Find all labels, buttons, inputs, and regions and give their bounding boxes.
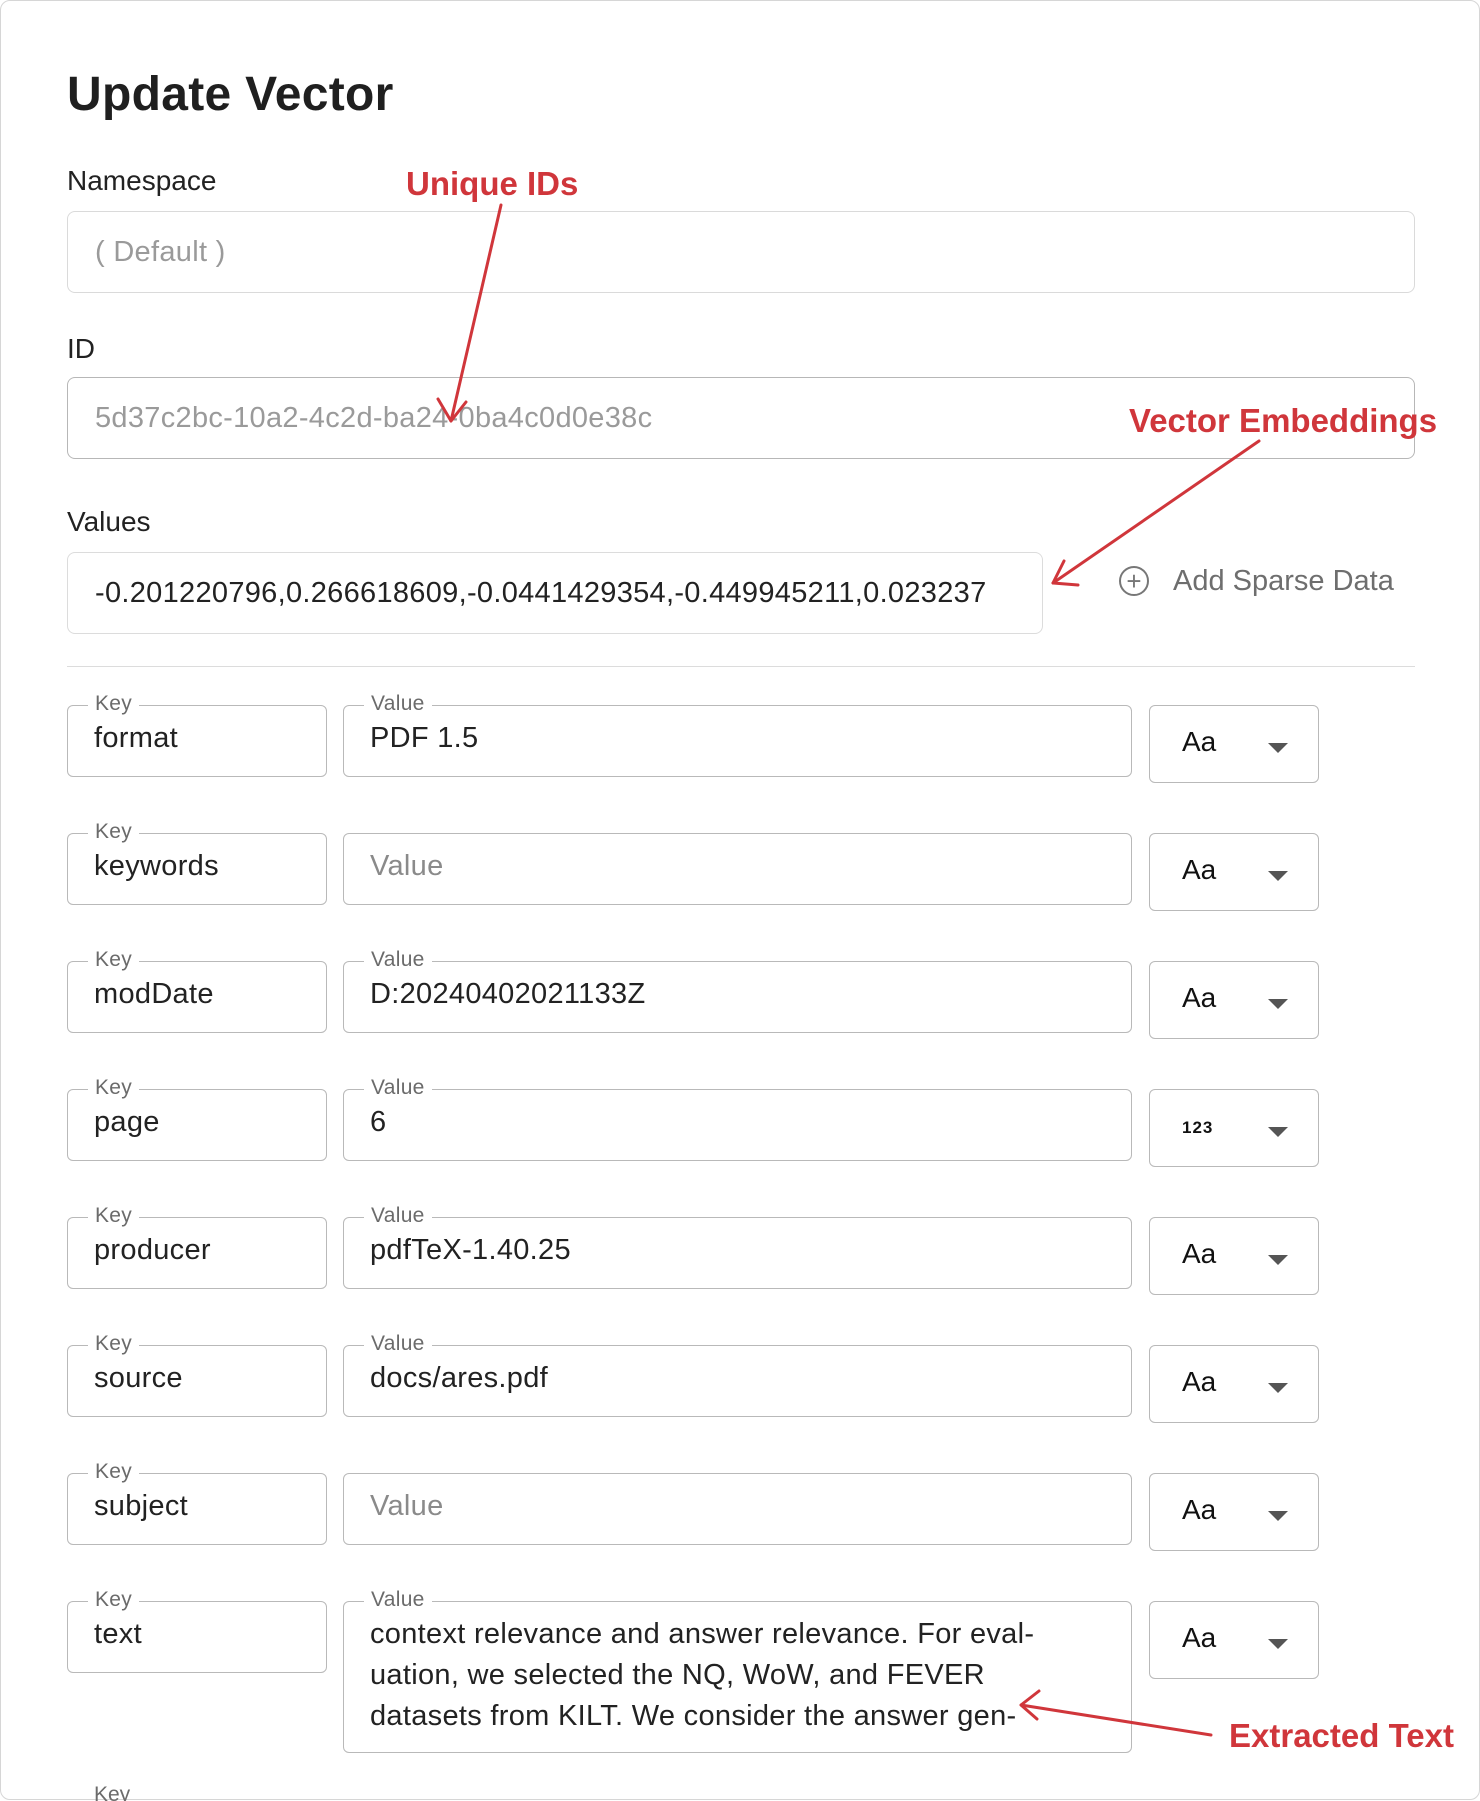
metadata-value-field[interactable]: Value pdfTeX-1.40.25 [343,1204,1132,1289]
metadata-key-field[interactable]: Key page [67,1076,327,1161]
metadata-value-field[interactable]: Value D:20240402021133Z [343,948,1132,1033]
metadata-key: source [94,1362,183,1394]
value-legend: Value [364,692,432,716]
key-legend: Key [88,948,140,972]
add-sparse-data-label: Add Sparse Data [1173,564,1394,597]
metadata-key: subject [94,1490,188,1522]
metadata-type-select[interactable]: Aa [1149,1217,1319,1295]
next-key-legend-container: Key [87,1783,147,1801]
metadata-key-field[interactable]: Key source [67,1332,327,1417]
caret-down-icon [1268,999,1288,1009]
key-legend: Key [88,692,140,716]
values-label: Values [67,506,151,537]
metadata-type-select[interactable]: Aa [1149,1601,1319,1679]
metadata-type-value: Aa [1182,1366,1217,1397]
metadata-key-field[interactable]: Key text [67,1588,327,1673]
metadata-type-value: Aa [1182,1238,1217,1269]
caret-down-icon [1268,743,1288,753]
metadata-value-field[interactable]: Value docs/ares.pdf [343,1332,1132,1417]
metadata-type-select[interactable]: Aa [1149,1345,1319,1423]
metadata-key-field[interactable]: Key keywords [67,820,327,905]
caret-down-icon [1268,1255,1288,1265]
id-value: 5d37c2bc-10a2-4c2d-ba24-0ba4c0d0e38c [95,401,653,434]
metadata-value-field[interactable]: Value [343,1473,1132,1545]
caret-down-icon [1268,1127,1288,1137]
metadata-key: producer [94,1234,211,1266]
metadata-value-placeholder: Value [370,850,444,882]
value-legend: Value [364,1076,432,1100]
caret-down-icon [1268,1511,1288,1521]
namespace-label: Namespace [67,165,217,196]
value-legend: Value [364,1204,432,1228]
metadata-value: PDF 1.5 [370,722,479,754]
metadata-value: D:20240402021133Z [370,978,646,1010]
metadata-value: context relevance and answer relevance. … [370,1618,1035,1732]
caret-down-icon [1268,1639,1288,1649]
metadata-type-value: Aa [1182,854,1217,885]
update-vector-dialog: Update Vector Namespace ( Default ) ID 5… [0,0,1480,1801]
metadata-type-value: Aa [1182,1622,1217,1653]
caret-down-icon [1268,871,1288,881]
metadata-value-field[interactable]: Value 6 [343,1076,1132,1161]
key-legend: Key [88,1332,140,1356]
values-field[interactable]: -0.201220796,0.266618609,-0.0441429354,-… [67,552,1043,634]
metadata-key-field[interactable]: Key producer [67,1204,327,1289]
metadata-key: page [94,1106,160,1138]
metadata-key-field[interactable]: Key modDate [67,948,327,1033]
metadata-key: modDate [94,978,214,1010]
add-sparse-data-button[interactable]: + Add Sparse Data [1119,561,1394,601]
key-legend: Key [88,1460,140,1484]
metadata-type-select[interactable]: Aa [1149,1473,1319,1551]
metadata-key: format [94,722,178,754]
metadata-value: docs/ares.pdf [370,1362,548,1394]
key-legend: Key [88,820,140,844]
metadata-type-select[interactable]: Aa [1149,833,1319,911]
plus-circle-icon: + [1119,566,1149,596]
value-legend: Value [364,1588,432,1612]
annotation-unique-ids: Unique IDs [406,165,579,202]
metadata-type-select[interactable]: 123 [1149,1089,1319,1167]
caret-down-icon [1268,1383,1288,1393]
next-key-legend: Key [94,1783,131,1801]
key-legend: Key [88,1588,140,1612]
metadata-value-placeholder: Value [370,1490,444,1522]
metadata-value-field[interactable]: Value PDF 1.5 [343,692,1132,777]
key-legend: Key [88,1076,140,1100]
dialog-title: Update Vector [67,68,394,121]
namespace-value: ( Default ) [95,235,226,268]
metadata-value: 6 [370,1106,387,1138]
values-value: -0.201220796,0.266618609,-0.0441429354,-… [95,576,987,609]
metadata-type-select[interactable]: Aa [1149,705,1319,783]
metadata-type-value: Aa [1182,1494,1217,1525]
value-legend: Value [364,1332,432,1356]
metadata-key-field[interactable]: Key subject [67,1460,327,1545]
divider [67,666,1415,667]
metadata-key: keywords [94,850,219,882]
metadata-type-select[interactable]: Aa [1149,961,1319,1039]
annotation-vector-embeddings: Vector Embeddings [1129,402,1438,439]
metadata-type-value: Aa [1182,982,1217,1013]
value-legend: Value [364,948,432,972]
id-label: ID [67,333,95,364]
metadata-value: pdfTeX-1.40.25 [370,1234,571,1266]
metadata-type-value: Aa [1182,726,1217,757]
namespace-field: ( Default ) [67,211,1415,293]
annotation-extracted-text: Extracted Text [1229,1717,1454,1754]
key-legend: Key [88,1204,140,1228]
metadata-key-field[interactable]: Key format [67,692,327,777]
metadata-value-field[interactable]: Value [343,833,1132,905]
metadata-value-field[interactable]: Value context relevance and answer releva… [343,1588,1132,1753]
metadata-key: text [94,1618,142,1650]
metadata-type-value: 123 [1182,1118,1214,1137]
